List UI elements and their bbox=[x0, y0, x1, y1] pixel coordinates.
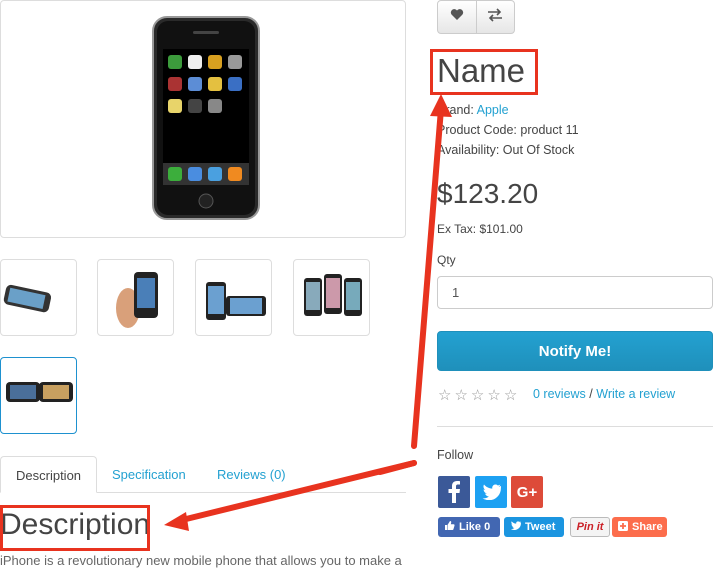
annotation-arrows bbox=[164, 94, 452, 531]
